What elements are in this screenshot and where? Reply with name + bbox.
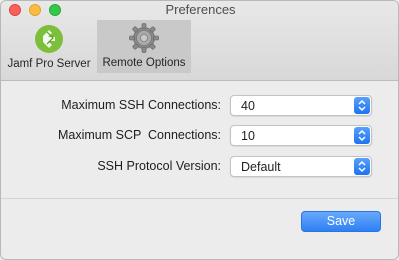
chevron-up-down-icon: [354, 158, 370, 175]
form-row-max-ssh: Maximum SSH Connections: 40: [1, 95, 398, 117]
tab-label: Remote Options: [102, 57, 186, 69]
form-row-ssh-version: SSH Protocol Version: Default: [1, 156, 398, 178]
ssh-version-label: SSH Protocol Version:: [97, 159, 221, 173]
gear-icon: [129, 23, 159, 53]
toolbar: Preferences Jamf Pro Server Remote Optio…: [1, 1, 398, 81]
max-scp-select[interactable]: 10: [230, 125, 372, 146]
max-scp-value: 10: [241, 129, 255, 143]
max-ssh-select[interactable]: 40: [230, 95, 372, 116]
chevron-up-down-icon: [354, 127, 370, 144]
tab-label: Jamf Pro Server: [7, 58, 91, 70]
preferences-window: Preferences Jamf Pro Server Remote Optio…: [0, 0, 399, 260]
max-scp-label: Maximum SCP Connections:: [57, 128, 221, 142]
ssh-version-value: Default: [241, 160, 281, 174]
jamf-logo-icon: [35, 25, 63, 53]
max-ssh-label: Maximum SSH Connections:: [61, 98, 221, 112]
window-title: Preferences: [165, 2, 236, 17]
ssh-version-select[interactable]: Default: [230, 156, 372, 177]
form-row-max-scp: Maximum SCP Connections: 10: [1, 125, 398, 147]
save-button[interactable]: Save: [301, 211, 381, 232]
chevron-up-down-icon: [354, 97, 370, 114]
tab-jamf-pro-server[interactable]: Jamf Pro Server: [1, 21, 97, 73]
divider: [1, 198, 398, 199]
max-ssh-value: 40: [241, 99, 255, 113]
tab-remote-options[interactable]: Remote Options: [97, 20, 191, 73]
